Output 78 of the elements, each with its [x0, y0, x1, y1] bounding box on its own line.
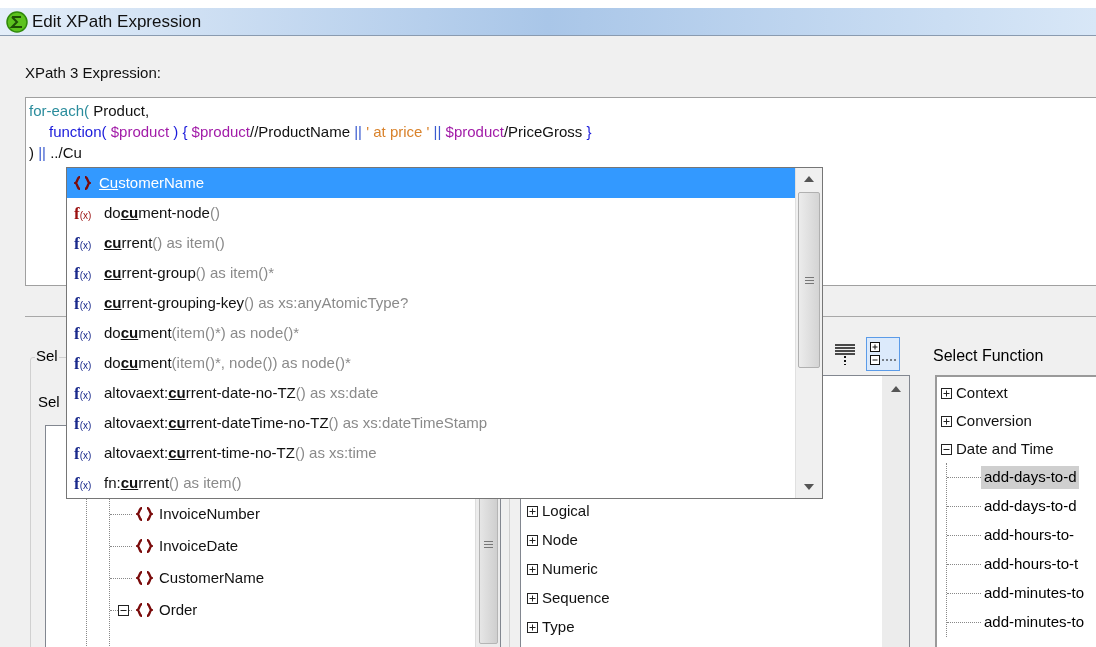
scrollbar[interactable] — [882, 376, 909, 647]
suggestion-text: document-node() — [104, 202, 220, 223]
function-icon: f(x) — [74, 474, 96, 492]
code-line: ) || ../Cu — [29, 143, 83, 163]
collapse-icon[interactable] — [118, 604, 129, 616]
expand-icon[interactable] — [941, 387, 952, 399]
function-item[interactable]: add-minutes-to — [981, 582, 1087, 605]
tree-view-icon — [869, 341, 897, 367]
suggestion-text: document(item()*) as node()* — [104, 322, 300, 343]
expand-icon[interactable] — [527, 593, 538, 604]
function-tree[interactable]: Context Conversion Date and Time add-days-to-d add-days-to-d add-hours-to- add-hours-to-t add-minutes-to add-minutes-to — [935, 375, 1096, 647]
function-icon: f(x) — [74, 444, 96, 462]
suggestion-text: current-group() as item()* — [104, 262, 275, 283]
expand-icon[interactable] — [527, 535, 538, 546]
scroll-up-icon[interactable] — [890, 386, 901, 392]
expand-icon[interactable] — [527, 506, 538, 517]
suggestion-text: document(item()*, node()) as node()* — [104, 352, 351, 373]
suggestion-item[interactable]: f(x) current() as item() — [67, 228, 795, 258]
tree-item[interactable]: Date and Time — [956, 437, 1054, 461]
scroll-down-icon[interactable] — [804, 484, 814, 490]
suggestion-text: altovaext:current-date-no-TZ() as xs:date — [104, 382, 379, 403]
function-icon: f(x) — [74, 324, 96, 342]
scroll-up-icon[interactable] — [804, 176, 814, 182]
function-item[interactable]: add-days-to-d — [981, 466, 1079, 489]
function-icon: f(x) — [74, 294, 96, 312]
collapse-icon[interactable] — [941, 443, 952, 455]
expand-icon[interactable] — [527, 622, 538, 633]
tree-item[interactable]: Context — [956, 381, 1008, 405]
braces-icon — [136, 603, 153, 617]
grip-icon — [483, 540, 493, 548]
code-line: for-each( Product, — [29, 101, 151, 121]
tree-item[interactable]: Sequence — [542, 587, 610, 610]
function-icon: f(x) — [74, 354, 96, 372]
function-icon: f(x) — [74, 204, 96, 222]
function-item[interactable]: add-hours-to-t — [981, 553, 1081, 576]
tree-item[interactable]: InvoiceNumber — [159, 502, 260, 526]
expand-icon[interactable] — [527, 564, 538, 575]
suggestion-text: CustomerName — [99, 172, 205, 193]
tree-item[interactable]: Conversion — [956, 409, 1032, 433]
scrollbar[interactable] — [795, 168, 822, 498]
tree-item[interactable]: Logical — [542, 500, 590, 523]
suggestion-text: current() as item() — [104, 232, 225, 253]
suggestion-item[interactable]: f(x) current-grouping-key() as xs:anyAtomicType? — [67, 288, 795, 318]
tree-item[interactable]: CustomerName — [159, 566, 265, 590]
tree-item[interactable]: Node — [542, 529, 578, 552]
suggestion-item[interactable]: f(x) document(item()*, node()) as node()* — [67, 348, 795, 378]
suggestion-text: fn:current() as item() — [104, 472, 242, 493]
function-icon: f(x) — [74, 234, 96, 252]
grip-icon — [804, 276, 814, 284]
function-item[interactable]: add-days-to-d — [981, 495, 1079, 518]
code-line: function( $product ) { $product//ProductName || ' at price ' || $product/PriceGross } — [48, 122, 593, 142]
tree-item[interactable]: Order — [159, 598, 198, 622]
braces-icon — [136, 571, 153, 585]
suggestion-item[interactable]: f(x) altovaext:current-date-no-TZ() as xs:date — [67, 378, 795, 408]
tree-item[interactable]: InvoiceDate — [159, 534, 239, 558]
function-item[interactable]: add-minutes-to — [981, 611, 1087, 634]
suggestion-text: altovaext:current-time-no-TZ() as xs:time — [104, 442, 377, 463]
expression-label: XPath 3 Expression: — [25, 64, 161, 81]
select-label: Sel — [38, 393, 60, 410]
suggestion-item[interactable]: f(x) document-node() — [67, 198, 795, 228]
app-logo-icon — [6, 10, 28, 33]
tree-item[interactable]: Type — [542, 616, 575, 639]
suggestion-item[interactable]: f(x) document(item()*) as node()* — [67, 318, 795, 348]
function-icon: f(x) — [74, 264, 96, 282]
window-title: Edit XPath Expression — [32, 10, 202, 33]
function-icon: f(x) — [74, 384, 96, 402]
function-item[interactable]: add-hours-to- — [981, 524, 1077, 547]
suggestion-item[interactable]: f(x) current-group() as item()* — [67, 258, 795, 288]
braces-icon — [136, 539, 153, 553]
list-filter-icon — [835, 343, 855, 365]
expand-icon[interactable] — [941, 415, 952, 427]
scroll-thumb[interactable] — [798, 192, 820, 368]
tree-item[interactable]: Numeric — [542, 558, 598, 581]
braces-icon — [136, 507, 153, 521]
suggestion-text: current-grouping-key() as xs:anyAtomicType? — [104, 292, 409, 313]
braces-icon — [74, 176, 91, 190]
tree-view-button[interactable] — [866, 337, 900, 371]
select-function-label: Select Function — [933, 346, 1044, 366]
